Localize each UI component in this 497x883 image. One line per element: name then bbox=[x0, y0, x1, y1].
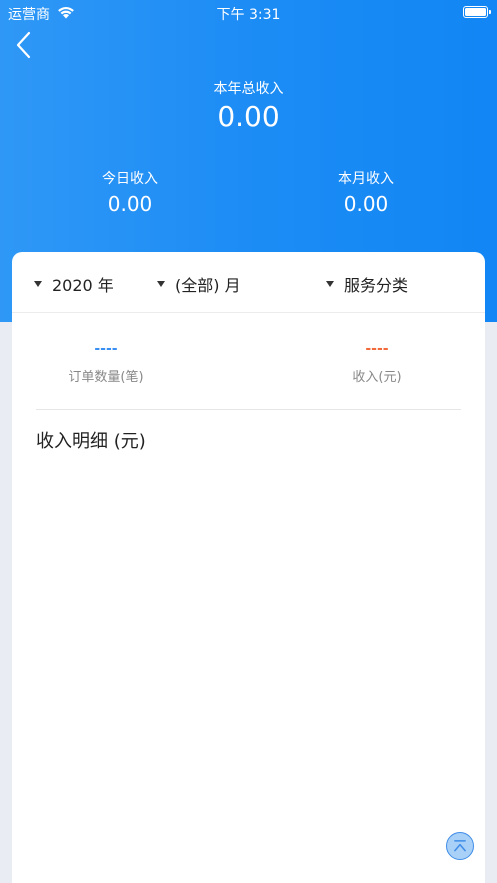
divider bbox=[36, 409, 461, 410]
battery-icon bbox=[463, 6, 491, 18]
income-card: 2020 年 (全部) 月 服务分类 ---- 订单数量(笔) ---- 收入(… bbox=[12, 252, 485, 883]
filter-bar: 2020 年 (全部) 月 服务分类 bbox=[12, 252, 485, 313]
year-income-label: 本年总收入 bbox=[213, 81, 284, 97]
month-income-value: 0.00 bbox=[343, 192, 389, 216]
caret-down-icon bbox=[34, 281, 42, 287]
status-time: 下午 3:31 bbox=[216, 7, 281, 23]
year-filter-label: 2020 年 bbox=[52, 276, 114, 295]
today-income-label: 今日收入 bbox=[102, 171, 158, 187]
category-filter[interactable]: 服务分类 bbox=[326, 272, 408, 296]
orders-value: ---- bbox=[94, 341, 118, 357]
income-stat: ---- 收入(元) bbox=[297, 342, 457, 385]
caret-down-icon bbox=[326, 281, 334, 287]
income-detail-title: 收入明细 (元) bbox=[36, 431, 146, 452]
month-income: 本月收入 0.00 bbox=[266, 168, 466, 216]
month-filter-label: (全部) 月 bbox=[175, 276, 241, 295]
year-filter[interactable]: 2020 年 bbox=[34, 272, 114, 296]
status-bar: 运营商 下午 3:31 bbox=[0, 0, 497, 26]
back-arrow-icon[interactable] bbox=[12, 30, 36, 60]
income-value: ---- bbox=[365, 341, 389, 357]
today-income-value: 0.00 bbox=[107, 192, 153, 216]
today-income: 今日收入 0.00 bbox=[30, 168, 230, 216]
orders-stat: ---- 订单数量(笔) bbox=[26, 342, 186, 385]
category-filter-label: 服务分类 bbox=[344, 276, 409, 295]
year-income-value: 0.00 bbox=[217, 100, 280, 133]
orders-label: 订单数量(笔) bbox=[68, 370, 144, 385]
month-income-label: 本月收入 bbox=[338, 171, 394, 187]
caret-down-icon bbox=[157, 281, 165, 287]
month-filter[interactable]: (全部) 月 bbox=[157, 272, 241, 296]
income-label: 收入(元) bbox=[352, 370, 402, 385]
stats-summary: ---- 订单数量(笔) ---- 收入(元) bbox=[12, 342, 485, 402]
scroll-top-icon[interactable] bbox=[446, 832, 474, 860]
